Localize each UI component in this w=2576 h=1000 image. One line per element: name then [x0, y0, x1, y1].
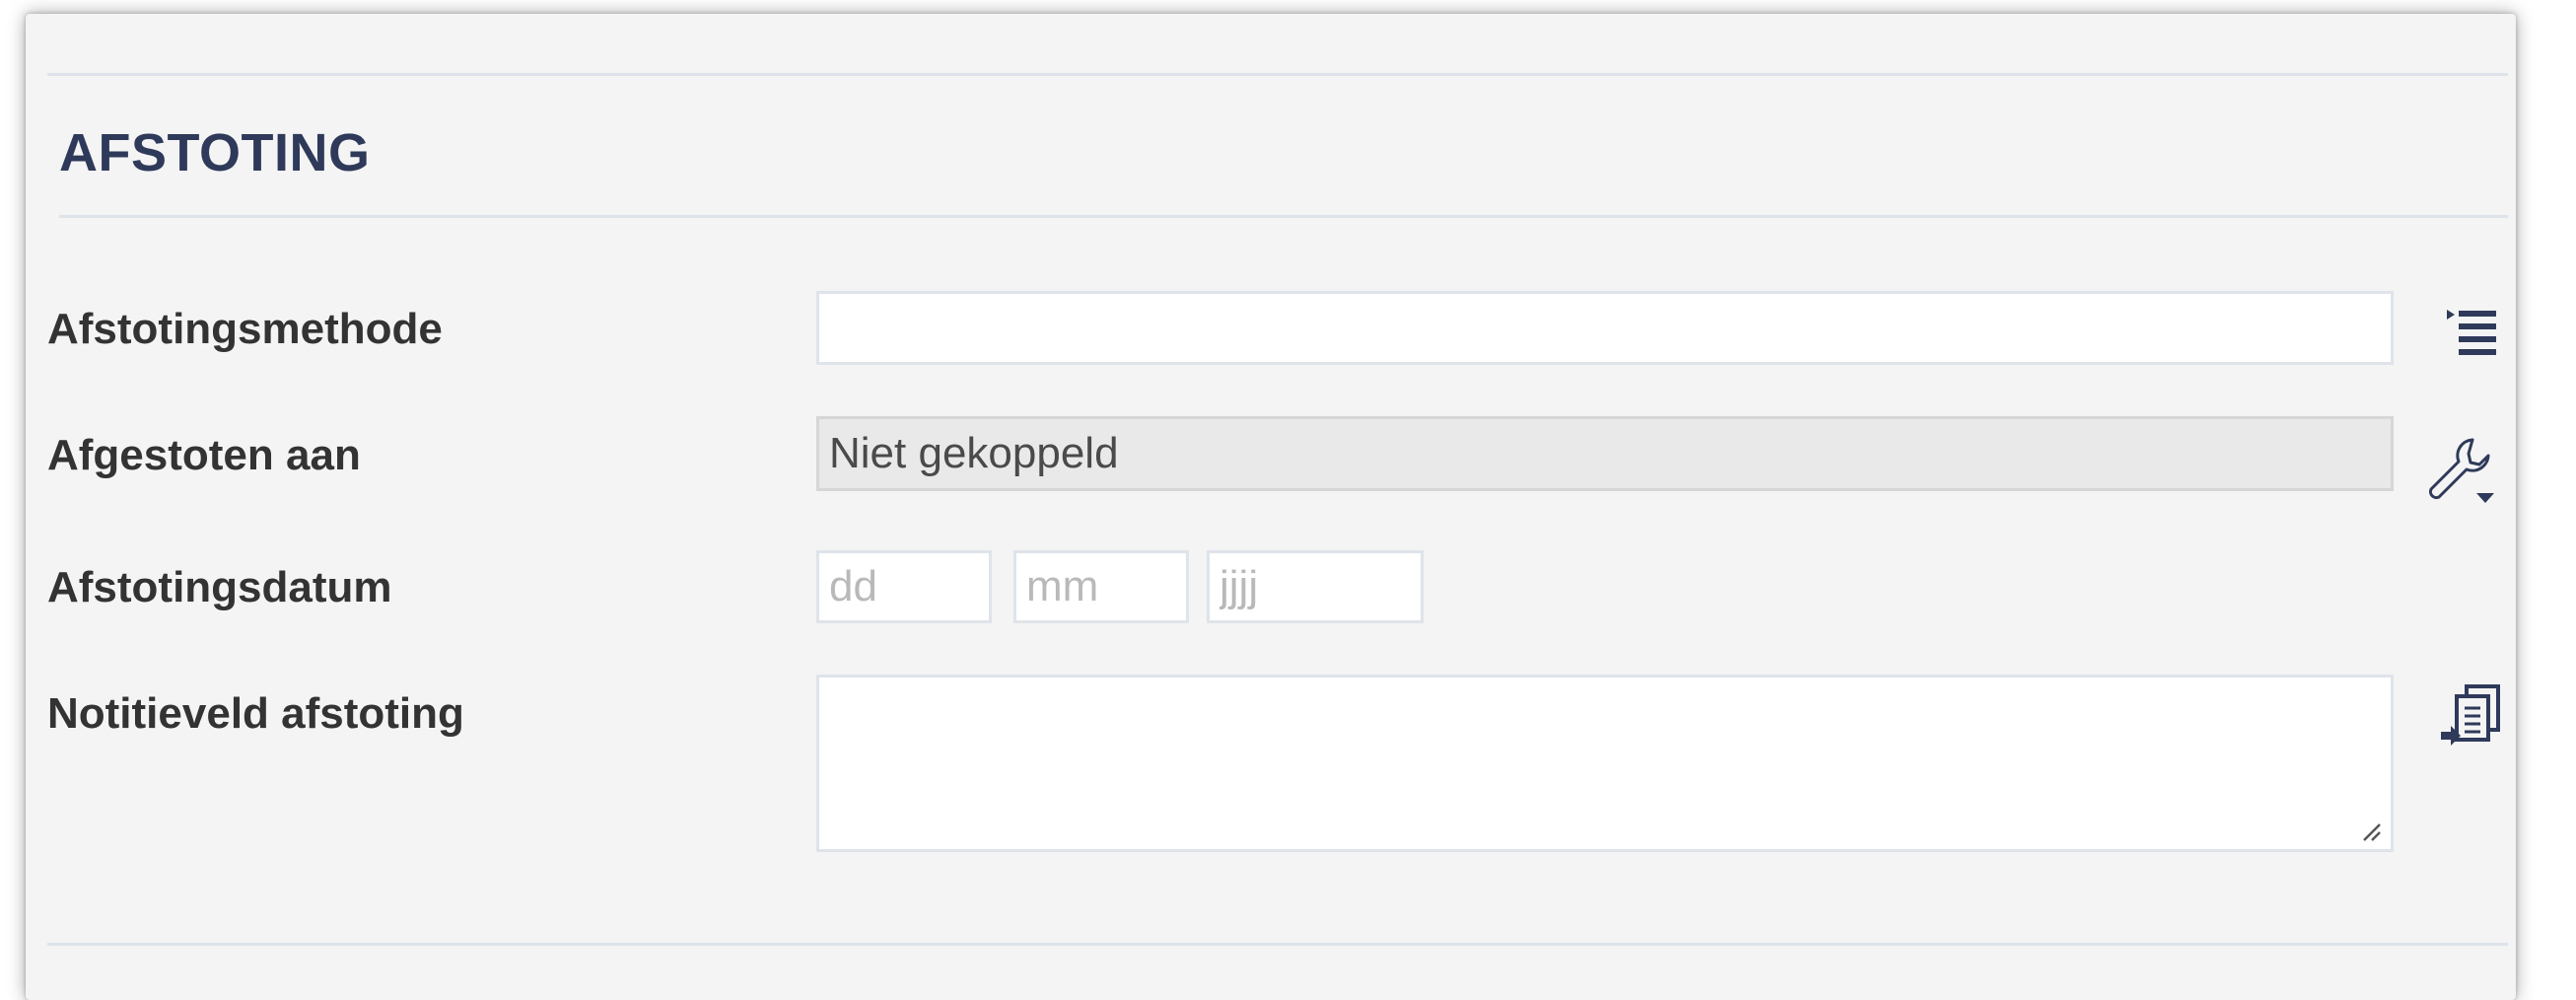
list-picker-icon[interactable] — [2443, 300, 2502, 359]
section-title: AFSTOTING — [59, 123, 371, 182]
date-day-input[interactable] — [816, 550, 992, 623]
insert-text-icon[interactable] — [2437, 682, 2508, 753]
date-label: Afstotingsdatum — [47, 563, 392, 611]
top-divider — [47, 73, 2508, 76]
date-month-input[interactable] — [1013, 550, 1189, 623]
bottom-divider — [47, 943, 2508, 946]
note-textarea[interactable] — [816, 675, 2394, 852]
wrench-dropdown-icon[interactable] — [2421, 432, 2500, 511]
date-year-input[interactable] — [1207, 550, 1424, 623]
title-divider — [59, 215, 2508, 218]
note-label: Notitieveld afstoting — [47, 689, 464, 738]
disposed-to-field: Niet gekoppeld — [816, 416, 2394, 491]
disposal-panel: AFSTOTING Afstotingsmethode Afgestoten a… — [26, 14, 2516, 1000]
method-label: Afstotingsmethode — [47, 305, 443, 353]
resize-grip-icon[interactable] — [2360, 821, 2382, 842]
disposed-to-label: Afgestoten aan — [47, 431, 361, 479]
method-input[interactable] — [816, 291, 2394, 365]
